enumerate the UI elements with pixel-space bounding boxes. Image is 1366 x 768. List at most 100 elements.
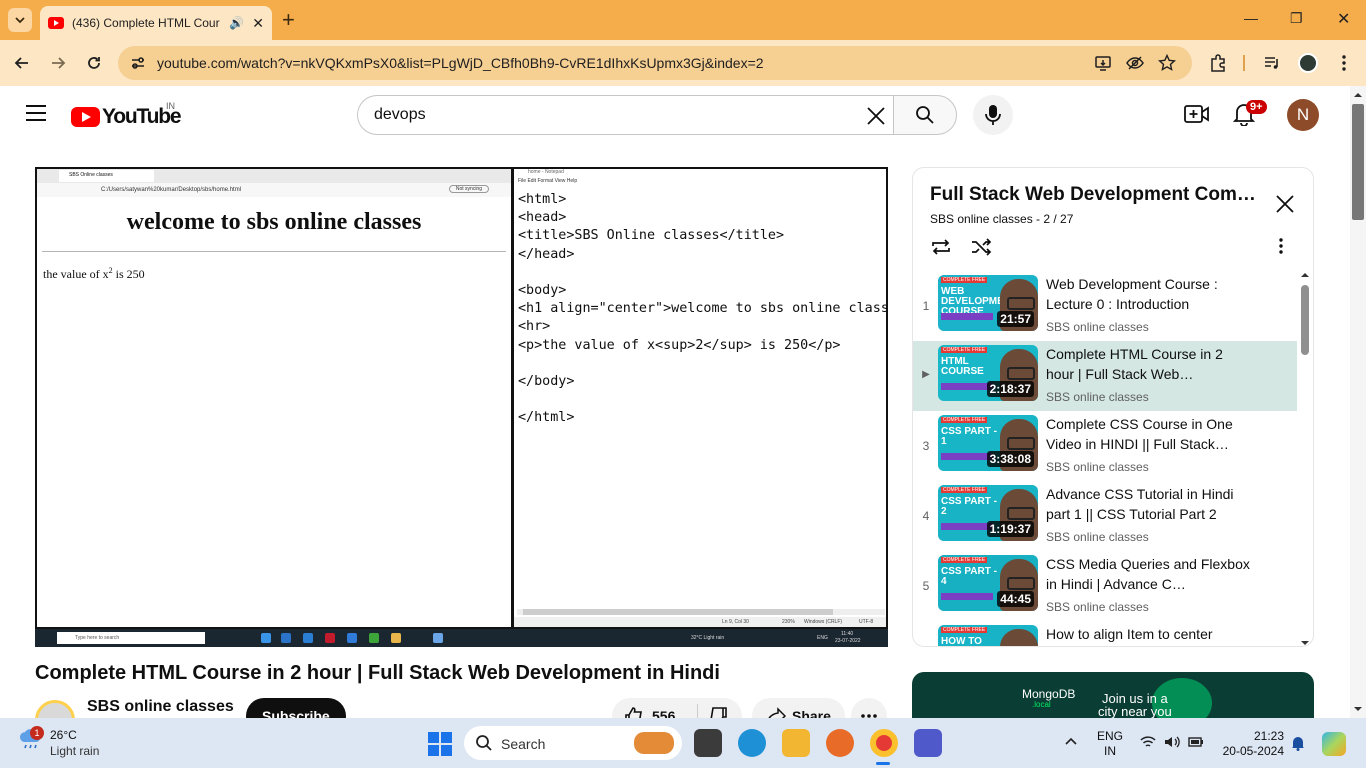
minimize-button[interactable]: — [1244, 10, 1258, 26]
extensions-button[interactable] [1206, 51, 1230, 75]
playlist-item-title[interactable]: Advance CSS Tutorial in Hindi part 1 || … [1046, 484, 1251, 524]
browser-tab-active[interactable]: (436) Complete HTML Cour 🔊 ✕ [40, 6, 272, 40]
playlist-scrollbar[interactable] [1299, 271, 1311, 646]
account-avatar[interactable]: N [1287, 99, 1319, 131]
firefox-icon[interactable] [826, 729, 854, 757]
video-frame-taskbar-weather: 32°C Light rain [691, 635, 725, 641]
profile-avatar-icon [1298, 53, 1318, 73]
youtube-play-logo-icon [71, 107, 100, 127]
playlist-item-thumbnail[interactable]: COMPLETE FREE WEB DEVELOPMENT COURSE 21:57 [938, 275, 1038, 331]
subscribe-button[interactable]: Subscribe [246, 698, 346, 718]
teams-icon[interactable] [914, 729, 942, 757]
chrome-icon[interactable] [870, 729, 898, 757]
volume-icon[interactable] [1164, 735, 1180, 749]
battery-icon[interactable] [1188, 735, 1204, 749]
playlist-item[interactable]: 1 COMPLETE FREE WEB DEVELOPMENT COURSE 21:5… [913, 271, 1297, 341]
address-bar[interactable]: youtube.com/watch?v=nkVQKxmPsX0&list=PLg… [118, 46, 1192, 80]
file-explorer-icon[interactable] [782, 729, 810, 757]
playlist-item-duration: 3:38:08 [986, 451, 1034, 467]
channel-name[interactable]: SBS online classes [87, 698, 234, 716]
playlist-menu-icon[interactable] [1279, 238, 1283, 254]
youtube-favicon-icon [48, 17, 64, 29]
install-app-icon[interactable] [1094, 54, 1112, 72]
guide-menu-icon[interactable] [26, 105, 46, 121]
media-control-button[interactable] [1260, 51, 1284, 75]
playlist-scroll-thumb[interactable] [1301, 285, 1309, 355]
playlist-item-thumbnail[interactable]: COMPLETE FREE HOW TO ALIGN ITEMS TO CENTE… [938, 625, 1038, 646]
system-clock[interactable]: 21:23 20-05-2024 [1220, 729, 1284, 759]
more-actions-button[interactable] [851, 698, 887, 718]
show-hidden-icons-chevron-icon[interactable] [1064, 735, 1078, 749]
page-scroll-thumb[interactable] [1352, 104, 1364, 220]
reload-button[interactable] [82, 51, 106, 75]
playlist-title[interactable]: Full Stack Web Development Comple... [930, 184, 1262, 206]
playlist-item[interactable]: ▶ COMPLETE FREE HTML COURSE 2:18:37 Complete… [913, 341, 1297, 411]
playlist-item-index: 4 [922, 509, 930, 523]
share-button[interactable]: Share [752, 698, 845, 718]
playlist-item-thumbnail[interactable]: COMPLETE FREE CSS PART - 2 1:19:37 [938, 485, 1038, 541]
video-frame-paragraph: the value of x2 is 250 [43, 266, 511, 282]
clear-search-icon[interactable] [865, 105, 887, 127]
tab-close-icon[interactable]: ✕ [252, 15, 264, 32]
playlist-item-title[interactable]: Web Development Course : Lecture 0 : Int… [1046, 274, 1251, 314]
thumbnail-title: CSS PART - 4 [941, 566, 997, 587]
start-button[interactable] [428, 732, 452, 756]
shuffle-icon[interactable] [970, 238, 992, 256]
playlist-item-thumbnail[interactable]: COMPLETE FREE CSS PART - 1 3:38:08 [938, 415, 1038, 471]
tab-search-button[interactable] [8, 8, 32, 32]
notification-bell-icon[interactable] [1291, 735, 1305, 751]
copilot-icon[interactable] [1322, 732, 1346, 756]
loop-playlist-icon[interactable] [930, 238, 952, 256]
like-button[interactable]: 556 [624, 706, 675, 718]
weather-temperature[interactable]: 26°C [50, 728, 77, 742]
playlist-close-icon[interactable] [1275, 194, 1295, 214]
forward-button[interactable] [46, 51, 70, 75]
playlist-item-thumbnail[interactable]: COMPLETE FREE CSS PART - 4 44:45 [938, 555, 1038, 611]
edge-browser-icon[interactable] [738, 729, 766, 757]
playlist-item-thumbnail[interactable]: COMPLETE FREE HTML COURSE 2:18:37 [938, 345, 1038, 401]
voice-search-button[interactable] [973, 95, 1013, 135]
playlist-item[interactable]: 4 COMPLETE FREE CSS PART - 2 1:19:37 Advance… [913, 481, 1297, 551]
region-code: IN [1104, 744, 1116, 758]
ad-headline: Join us in a city near you [1098, 692, 1172, 718]
weather-condition[interactable]: Light rain [50, 744, 99, 758]
ad-banner[interactable]: MongoDB .local Join us in a city near you [912, 672, 1314, 718]
eye-off-icon[interactable] [1126, 54, 1144, 72]
url-text[interactable]: youtube.com/watch?v=nkVQKxmPsX0&list=PLg… [157, 55, 764, 71]
playlist-item[interactable]: 6COMPLETE FREEHOW TO ALIGN ITEMS TO CENT… [913, 621, 1297, 646]
bookmark-star-icon[interactable] [1158, 54, 1176, 72]
ad-brand: MongoDB [1022, 687, 1076, 701]
channel-avatar[interactable] [35, 700, 75, 718]
video-frame-vscode-icon [347, 633, 357, 643]
thumbnail-presenter-image [1000, 629, 1038, 646]
playlist-item-title[interactable]: Complete CSS Course in One Video in HIND… [1046, 414, 1251, 454]
thumbs-down-icon[interactable] [708, 706, 728, 718]
restore-button[interactable]: ❐ [1290, 10, 1303, 27]
playlist-item[interactable]: 3 COMPLETE FREE CSS PART - 1 3:38:08 Complet… [913, 411, 1297, 481]
playlist-item-title[interactable]: Complete HTML Course in 2 hour | Full St… [1046, 344, 1251, 384]
site-info-icon[interactable] [126, 51, 150, 75]
create-video-icon[interactable] [1184, 103, 1210, 125]
weather-badge: 1 [30, 726, 44, 740]
ad-line-2: city near you [1098, 704, 1172, 718]
video-player[interactable]: SBS Online classes C:/Users/satywan%20ku… [35, 167, 888, 647]
page-scrollbar[interactable] [1350, 86, 1366, 718]
profile-button[interactable] [1296, 51, 1320, 75]
search-input[interactable] [374, 96, 844, 134]
back-button[interactable] [10, 51, 34, 75]
video-frame-sync-status: Not syncing [448, 185, 489, 193]
new-tab-button[interactable]: + [282, 8, 295, 32]
wifi-icon[interactable] [1140, 735, 1156, 749]
browser-menu-button[interactable] [1332, 51, 1356, 75]
taskbar-search-box[interactable]: Search [464, 726, 682, 760]
playlist-item-title[interactable]: CSS Media Queries and Flexbox in Hindi |… [1046, 554, 1251, 594]
search-button[interactable] [893, 95, 957, 135]
playlist-item-title[interactable]: How to align Item to center [1046, 624, 1251, 644]
playlist-item[interactable]: 5 COMPLETE FREE CSS PART - 4 44:45 CSS Media… [913, 551, 1297, 621]
language-indicator[interactable]: ENG IN [1097, 729, 1123, 759]
chrome-active-indicator [876, 762, 890, 765]
window-close-button[interactable]: ✕ [1337, 9, 1350, 29]
audio-playing-icon[interactable]: 🔊 [229, 16, 244, 30]
youtube-logo[interactable]: YouTube IN [71, 101, 182, 129]
task-view-icon[interactable] [694, 729, 722, 757]
